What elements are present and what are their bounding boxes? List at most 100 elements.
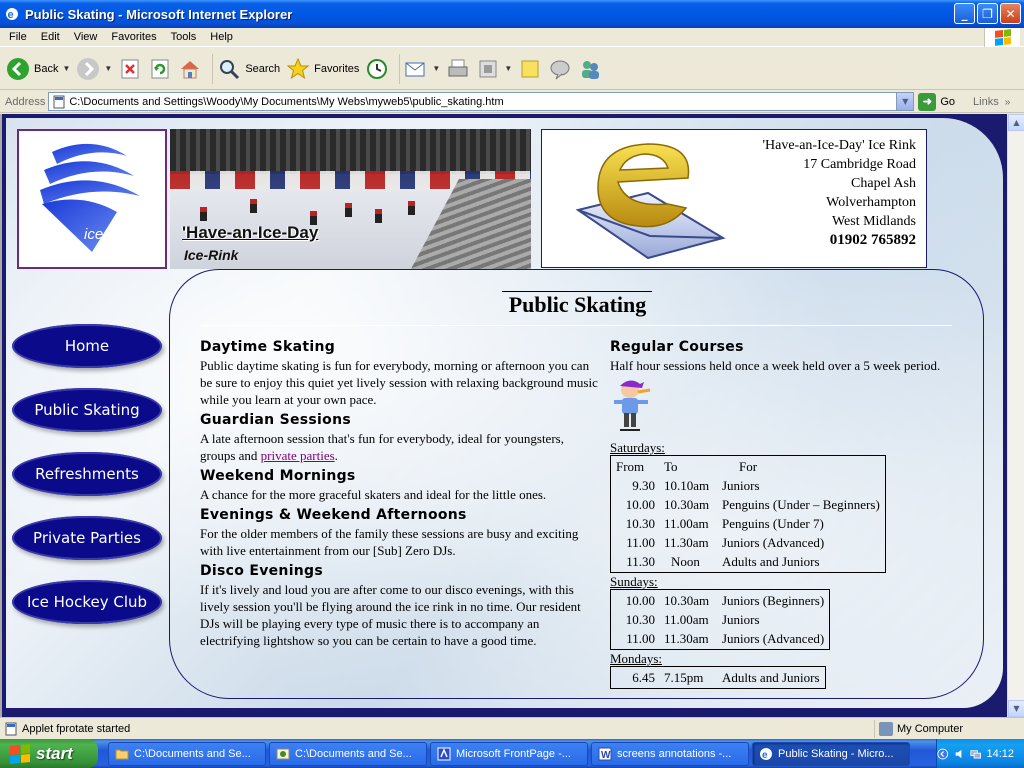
messenger-button[interactable] (578, 57, 602, 81)
close-button[interactable]: ✕ (1000, 3, 1021, 24)
back-button[interactable]: Back ▼ (6, 57, 70, 81)
go-arrow-icon: ➜ (918, 92, 937, 111)
mail-button[interactable]: ▼ (404, 57, 440, 81)
table-cell: Adults and Juniors (722, 554, 820, 569)
chevron-left-icon[interactable] (937, 747, 949, 761)
messenger-chat-button[interactable] (548, 57, 572, 81)
network-icon[interactable] (970, 747, 982, 761)
saturdays-table: From To For 9.30 10.10am Juniors 10.00 10.3… (610, 455, 886, 573)
table-cell: 10.30 (625, 612, 655, 627)
menu-edit[interactable]: Edit (34, 31, 67, 43)
nav-private-parties[interactable]: Private Parties (12, 516, 162, 560)
stop-icon (121, 59, 139, 78)
status-bar: Applet fprotate started My Computer (0, 717, 1024, 739)
edit-dropdown-icon[interactable]: ▼ (504, 64, 512, 73)
page-icon (53, 95, 65, 108)
volume-icon[interactable] (954, 747, 965, 761)
taskbar-item-label: Microsoft FrontPage -... (456, 747, 571, 760)
taskbar-item[interactable]: C:\Documents and Se... (108, 741, 266, 766)
table-cell: 11.30am (664, 535, 709, 550)
home-button[interactable] (178, 57, 202, 81)
section-title: Evenings & Weekend Afternoons (200, 507, 467, 523)
page-background: ice rink 'Have-an-Ice-Day Ice-Rink 'Have… (2, 114, 1007, 717)
table-row: 11.30 Noon Adults and Juniors (613, 553, 883, 570)
go-button[interactable]: ➜ Go (918, 92, 955, 111)
mail-icon (405, 62, 425, 76)
table-cell: Noon (671, 554, 700, 569)
address-line: Chapel Ash (851, 176, 916, 191)
stop-button[interactable] (118, 57, 142, 81)
taskbar-item[interactable]: Microsoft FrontPage -... (430, 741, 588, 766)
private-parties-link[interactable]: private parties (261, 448, 335, 463)
section-title: Regular Courses (610, 339, 744, 355)
section-title: Guardian Sessions (200, 412, 351, 428)
back-arrow-icon (7, 57, 29, 80)
taskbar-items: C:\Documents and Se... C:\Documents and … (108, 741, 913, 766)
menu-view[interactable]: View (67, 31, 105, 43)
nav-refreshments[interactable]: Refreshments (12, 452, 162, 496)
minimize-button[interactable]: _ (954, 3, 975, 24)
scroll-up-icon[interactable]: ▲ (1008, 114, 1024, 131)
table-cell: Juniors (722, 612, 760, 627)
address-line: Wolverhampton (826, 195, 916, 210)
clock[interactable]: 14:12 (986, 748, 1014, 760)
table-row: 6.45 7.15pm Adults and Juniors (613, 669, 823, 686)
start-button[interactable]: start (0, 739, 98, 768)
side-navigation: Home Public Skating Refreshments Private… (12, 324, 167, 644)
security-zone: My Computer (874, 719, 1024, 738)
phone-number: 01902 765892 (829, 232, 916, 248)
forward-dropdown-icon[interactable]: ▼ (104, 64, 112, 73)
restore-button[interactable]: ❐ (977, 3, 998, 24)
back-dropdown-icon[interactable]: ▼ (62, 64, 70, 73)
links-button[interactable]: Links » (973, 96, 1010, 108)
print-button[interactable] (446, 57, 470, 81)
table-cell: Juniors (Advanced) (722, 631, 825, 646)
messenger-people-icon (582, 60, 600, 79)
computer-icon (879, 721, 893, 736)
sessions-column: Daytime Skating Public daytime skating i… (200, 337, 600, 651)
table-cell: 11.00 (626, 535, 655, 550)
address-dropdown-icon[interactable]: ▼ (896, 93, 914, 110)
scroll-down-icon[interactable]: ▼ (1008, 700, 1024, 717)
nav-ice-hockey-club[interactable]: Ice Hockey Club (12, 580, 162, 624)
edit-button[interactable]: ▼ (476, 57, 512, 81)
email-icon[interactable] (568, 138, 728, 263)
nav-public-skating[interactable]: Public Skating (12, 388, 162, 432)
forward-button[interactable]: ▼ (76, 57, 112, 81)
section-title: Daytime Skating (200, 339, 336, 355)
status-text: Applet fprotate started (22, 722, 131, 735)
taskbar-item[interactable]: C:\Documents and Se... (269, 741, 427, 766)
chevron-right-icon: » (1004, 96, 1011, 108)
address-input[interactable]: C:\Documents and Settings\Woody\My Docum… (48, 92, 915, 111)
mondays-table: 6.45 7.15pm Adults and Juniors (610, 666, 826, 689)
mail-dropdown-icon[interactable]: ▼ (432, 64, 440, 73)
taskbar-item-active[interactable]: e Public Skating - Micro... (752, 741, 910, 766)
vertical-scrollbar[interactable]: ▲ ▼ (1007, 114, 1024, 717)
nav-home[interactable]: Home (12, 324, 162, 368)
table-cell: 9.30 (632, 478, 655, 493)
table-cell: 11.00 (626, 631, 655, 646)
section-title: Weekend Mornings (200, 468, 356, 484)
star-icon (286, 57, 310, 79)
history-button[interactable] (365, 57, 389, 81)
search-button[interactable]: Search (217, 57, 280, 81)
menu-help[interactable]: Help (203, 31, 240, 43)
saturdays-label: Saturdays: (610, 440, 665, 455)
taskbar-item[interactable]: W screens annotations -... (591, 741, 749, 766)
menu-tools[interactable]: Tools (164, 31, 204, 43)
sundays-table: 10.00 10.30am Juniors (Beginners) 10.30 11.… (610, 589, 831, 650)
favorites-button[interactable]: Favorites (286, 57, 359, 81)
section-text: For the older members of the family thes… (200, 526, 579, 558)
table-header-row: From To For (613, 458, 883, 475)
section-title: Disco Evenings (200, 563, 324, 579)
discuss-button[interactable] (518, 57, 542, 81)
home-icon (181, 60, 200, 78)
menu-file[interactable]: File (2, 31, 34, 43)
menu-favorites[interactable]: Favorites (104, 31, 163, 43)
refresh-icon (151, 59, 169, 78)
page-status-icon (5, 722, 17, 735)
refresh-button[interactable] (148, 57, 172, 81)
section-text: Public daytime skating is fun for everyb… (200, 358, 598, 407)
history-icon (367, 58, 388, 79)
courses-column: Regular Courses Half hour sessions held … (610, 337, 955, 690)
